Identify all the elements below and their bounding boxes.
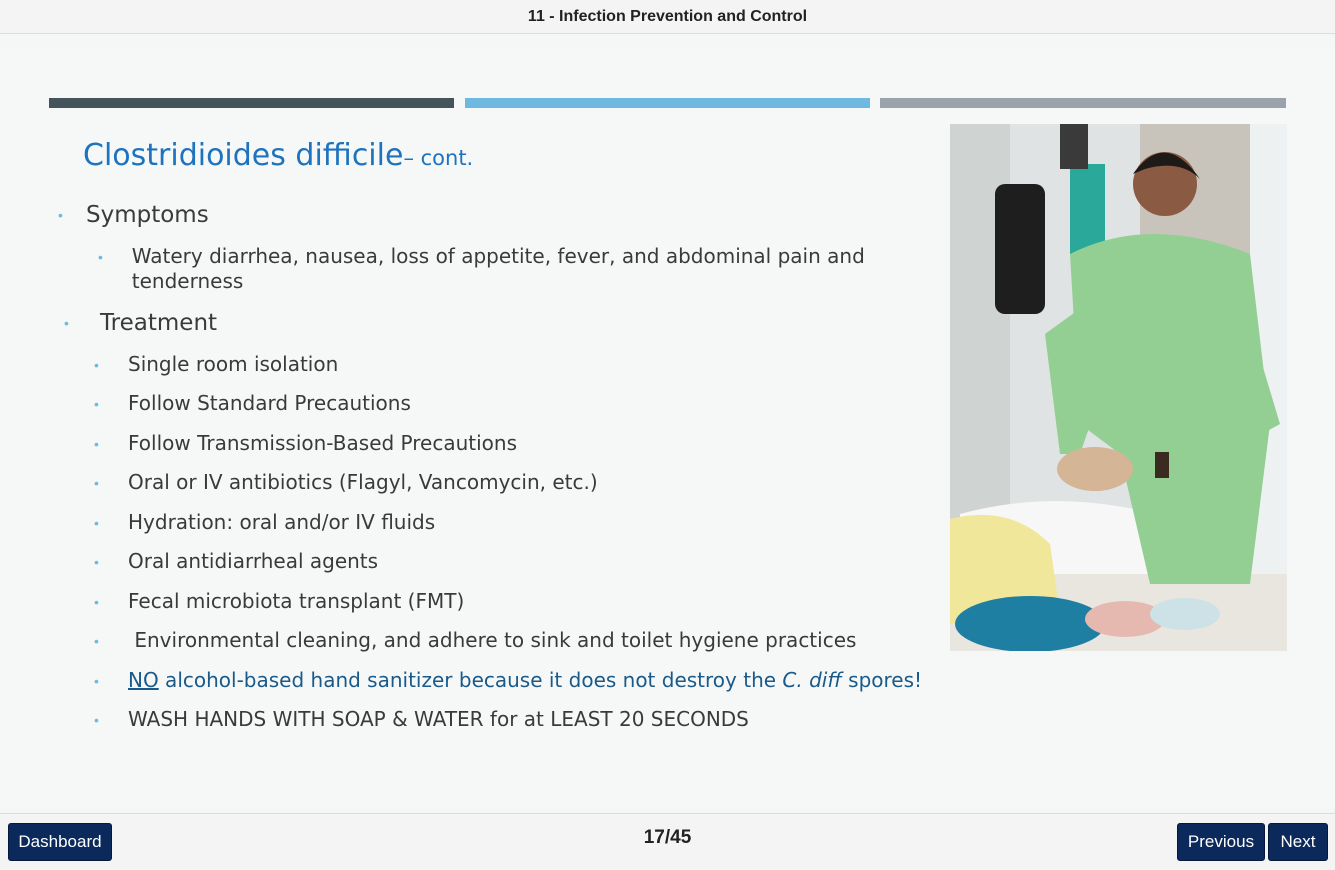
list-item-text: Environmental cleaning, and adhere to si… [128,628,857,652]
bullet-dot: • [64,315,69,331]
bottom-nav-bar: Dashboard 17/45 Previous Next [0,813,1335,870]
bullet-dot: • [94,594,99,610]
slide-title: Clostridioides difficile– cont. [83,138,473,173]
list-item-text: Fecal microbiota transplant (FMT) [128,589,465,613]
handwashing-illustration [950,124,1287,651]
list-item-text: Single room isolation [128,352,339,376]
warning-no: NO [128,668,159,692]
warning-cdiff: C. diff [782,668,842,692]
list-item: • Single room isolation [94,352,338,378]
divider-stripe-dark [49,98,454,108]
handwashing-photo [950,124,1287,651]
bullet-dot: • [94,357,99,373]
list-item: • Oral or IV antibiotics (Flagyl, Vancom… [94,470,598,496]
bullet-dot: • [94,475,99,491]
list-item-text: Watery diarrhea, nausea, loss of appetit… [131,244,865,293]
list-item: • WASH HANDS WITH SOAP & WATER for at LE… [94,707,749,733]
slide-title-main: Clostridioides difficile [83,138,404,173]
list-item-text: Follow Standard Precautions [128,391,411,415]
title-bar: 11 - Infection Prevention and Control [0,0,1335,34]
bullet-dot: • [94,396,99,412]
list-item: • Follow Transmission-Based Precautions [94,431,517,457]
list-item: • Follow Standard Precautions [94,391,411,417]
list-item: • Environmental cleaning, and adhere to … [94,628,856,654]
page-indicator: 17/45 [643,827,692,848]
slide: Clostridioides difficile– cont. • Sympto… [0,48,1335,808]
bullet-symptoms: • Symptoms [58,202,209,228]
warning-middle: alcohol-based hand sanitizer because it … [158,668,783,692]
section-label: Symptoms [86,202,209,228]
bullet-dot: • [58,207,63,223]
section-label: Treatment [100,310,218,336]
warning-end: spores! [841,668,923,692]
slide-title-suffix: – cont. [403,146,474,170]
list-item-text: Oral antidiarrheal agents [128,549,379,573]
list-item: • Fecal microbiota transplant (FMT) [94,589,464,615]
previous-button[interactable]: Previous [1177,823,1265,861]
course-title: 11 - Infection Prevention and Control [527,7,808,25]
bullet-dot: • [94,515,99,531]
list-item-text: Oral or IV antibiotics (Flagyl, Vancomyc… [128,470,598,494]
list-item-text: Follow Transmission-Based Precautions [128,431,518,455]
warning-text: NO alcohol-based hand sanitizer because … [128,668,922,693]
list-item: • Oral antidiarrheal agents [94,549,378,575]
bullet-dot: • [98,249,103,265]
divider-stripe-blue [465,98,870,108]
bullet-dot: • [94,436,99,452]
list-item-text: Hydration: oral and/or IV fluids [128,510,436,534]
next-button[interactable]: Next [1268,823,1328,861]
bullet-treatment: • Treatment [64,310,217,336]
bullet-dot: • [94,554,99,570]
bullet-dot: • [94,633,99,649]
bullet-dot: • [94,712,99,728]
bullet-dot: • [94,673,99,689]
list-item-warning: • NO alcohol-based hand sanitizer becaus… [94,668,922,694]
divider-stripe-gray [880,98,1286,108]
list-item: • Watery diarrhea, nausea, loss of appet… [98,244,888,294]
list-item: • Hydration: oral and/or IV fluids [94,510,435,536]
list-item-text: WASH HANDS WITH SOAP & WATER for at LEAS… [128,707,749,731]
